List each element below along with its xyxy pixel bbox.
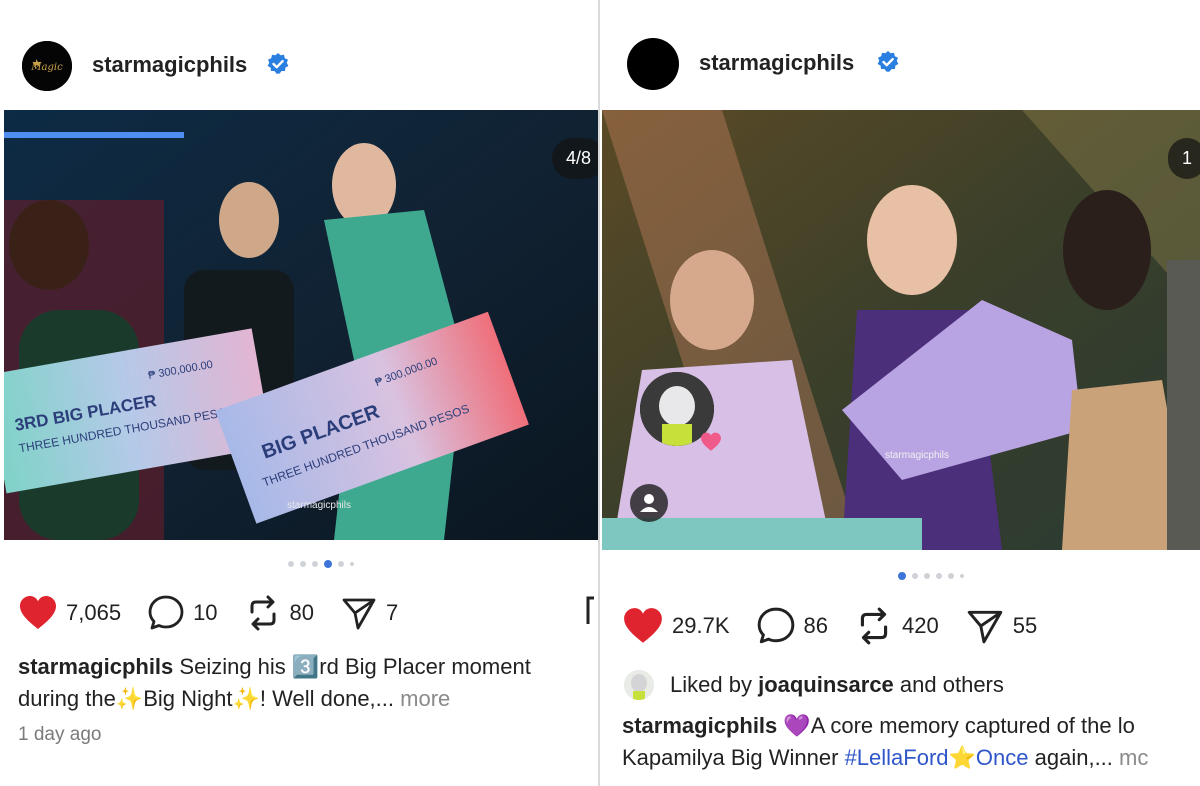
caption-text-line2b: ⭐Once — [948, 745, 1029, 770]
comment-icon — [148, 595, 184, 630]
caption: starmagicphils 💜A core memory captured o… — [622, 710, 1148, 774]
carousel-dot-active — [898, 572, 906, 580]
caption-username[interactable]: starmagicphils — [18, 654, 173, 679]
caption-text-line2a: Kapamilya Big Winner — [622, 745, 839, 770]
verified-badge-icon — [877, 51, 899, 72]
username[interactable]: starmagicphils — [92, 52, 247, 78]
post-left: Magic starmagicphils 3RD BIG PLACER THRE… — [0, 0, 598, 786]
carousel-dot — [924, 573, 930, 579]
carousel-dot — [936, 573, 942, 579]
like-button[interactable]: 7,065 — [18, 595, 121, 631]
caption-text-line2c: again,... — [1034, 745, 1113, 770]
carousel-dot — [312, 561, 318, 567]
caption-text-line1: 💜A core memory captured of the lo — [783, 713, 1135, 738]
post-image[interactable]: starmagicphils 1 — [602, 110, 1200, 550]
liked-by-suffix: and others — [899, 672, 1004, 697]
image-watermark: starmagicphils — [885, 450, 949, 461]
liked-by-prefix: Liked by — [670, 672, 752, 697]
avatar[interactable] — [627, 38, 679, 90]
repost-icon — [250, 595, 276, 631]
carousel-dot — [948, 573, 954, 579]
repost-button[interactable]: 420 — [854, 606, 939, 646]
carousel-dot — [912, 573, 918, 579]
liked-by-row[interactable]: Liked by joaquinsarce and others — [624, 670, 1004, 700]
heart-icon — [624, 608, 662, 643]
carousel-dot-active — [324, 560, 332, 568]
liked-by-user[interactable]: joaquinsarce — [758, 672, 894, 698]
like-button[interactable]: 29.7K — [622, 607, 730, 645]
post-header: Magic starmagicphils — [0, 36, 598, 96]
hashtag-link[interactable]: #LellaFord — [845, 745, 949, 770]
repost-count: 420 — [901, 613, 939, 638]
share-icon — [342, 598, 376, 630]
image-watermark: starmagicphils — [287, 500, 351, 511]
carousel-dot — [300, 561, 306, 567]
share-count: 55 — [1012, 613, 1038, 638]
carousel-dot — [288, 561, 294, 567]
post-right: starmagicphils starmagicphils 1 29.7K 86… — [600, 0, 1200, 786]
username[interactable]: starmagicphils — [699, 50, 854, 76]
carousel-dot — [960, 574, 964, 578]
repost-icon — [860, 607, 888, 645]
share-button[interactable]: 7 — [340, 594, 398, 632]
tagged-users-button[interactable] — [630, 484, 668, 522]
caption-username[interactable]: starmagicphils — [622, 713, 777, 738]
caption: starmagicphils Seizing his 3️⃣rd Big Pla… — [18, 651, 531, 715]
comment-count: 10 — [193, 600, 218, 625]
bracket-icon — [586, 596, 594, 624]
carousel-counter: 4/8 — [552, 138, 598, 179]
heart-icon — [20, 596, 56, 629]
action-bar: 29.7K 86 420 55 — [622, 606, 1063, 646]
caption-text-line1: Seizing his 3️⃣rd Big Placer moment — [179, 654, 531, 679]
more-link[interactable]: more — [400, 686, 450, 711]
liked-by-avatar-image — [624, 670, 654, 700]
avatar[interactable]: Magic — [22, 41, 72, 91]
stage-photo: 3RD BIG PLACER THREE HUNDRED THOUSAND PE… — [4, 110, 598, 540]
like-count: 7,065 — [66, 600, 122, 625]
repost-button[interactable]: 80 — [244, 594, 314, 632]
carousel-dot — [338, 561, 344, 567]
caption-text-line2: during the✨Big Night✨! Well done,... — [18, 686, 395, 711]
post-image[interactable]: 3RD BIG PLACER THREE HUNDRED THOUSAND PE… — [4, 110, 598, 540]
verified-badge-icon — [267, 53, 289, 74]
repost-count: 80 — [289, 600, 315, 625]
comment-icon — [757, 607, 794, 644]
share-count: 7 — [386, 600, 399, 625]
liked-by-avatar — [624, 670, 654, 700]
share-button[interactable]: 55 — [965, 606, 1037, 646]
star-magic-logo-icon: Magic — [22, 41, 72, 91]
carousel-counter: 1 — [1168, 138, 1200, 179]
stage-photo: starmagicphils — [602, 110, 1200, 550]
post-timestamp: 1 day ago — [18, 724, 102, 745]
action-bar: 7,065 10 80 7 — [18, 594, 424, 632]
carousel-dots — [898, 572, 964, 580]
more-link[interactable]: mc — [1119, 745, 1148, 770]
comment-count: 86 — [803, 613, 828, 638]
post-header: starmagicphils — [600, 36, 1200, 96]
comment-button[interactable]: 86 — [756, 606, 828, 646]
comment-button[interactable]: 10 — [147, 594, 218, 632]
carousel-dots — [288, 560, 354, 568]
heart-badge-icon — [701, 432, 721, 451]
like-count: 29.7K — [672, 613, 730, 638]
share-icon — [967, 610, 1002, 644]
user-icon — [640, 494, 658, 512]
carousel-dot — [350, 562, 354, 566]
